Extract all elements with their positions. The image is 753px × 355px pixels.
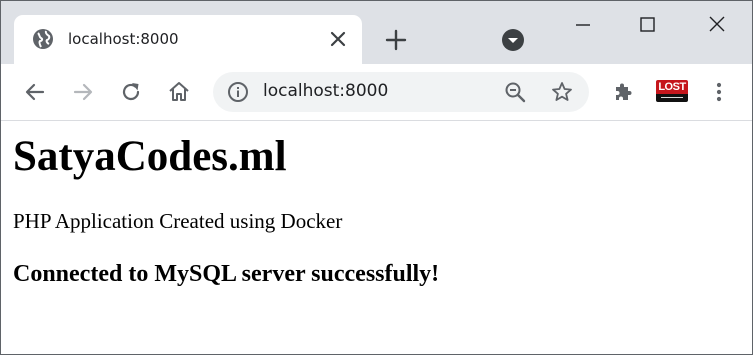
tab-strip: localhost:8000 [1,1,752,64]
globe-icon [33,29,53,49]
reload-icon[interactable] [119,80,143,104]
extension-badge-icon[interactable]: LOST [656,80,688,104]
forward-arrow-icon[interactable] [71,80,95,104]
page-title: SatyaCodes.ml [13,133,287,180]
page-content: SatyaCodes.ml PHP Application Created us… [1,121,752,354]
puzzle-icon[interactable] [611,80,635,104]
info-icon[interactable] [227,81,249,103]
connection-status: Connected to MySQL server successfully! [13,261,440,287]
bookmark-star-icon[interactable] [550,80,574,104]
browser-window: localhost:8000 localhost:8000 LOST Satya… [0,0,753,355]
extension-label: LOST [656,80,688,94]
more-vertical-icon[interactable] [707,80,731,104]
browser-tab[interactable]: localhost:8000 [14,15,362,64]
minimize-icon[interactable] [567,9,599,41]
tab-close-icon[interactable] [328,29,348,49]
new-tab-plus-icon[interactable] [384,28,408,52]
extension-badge-base [656,94,688,102]
tab-search-chevron-icon[interactable] [501,28,525,52]
home-icon[interactable] [167,80,191,104]
tab-title: localhost:8000 [68,30,179,48]
url-text[interactable]: localhost:8000 [263,81,388,101]
address-bar[interactable]: localhost:8000 [213,72,589,112]
window-close-icon[interactable] [701,9,733,41]
back-arrow-icon[interactable] [23,80,47,104]
zoom-out-icon[interactable] [503,80,527,104]
maximize-icon[interactable] [631,9,663,41]
browser-toolbar: localhost:8000 LOST [1,64,752,121]
page-description: PHP Application Created using Docker [13,209,343,233]
